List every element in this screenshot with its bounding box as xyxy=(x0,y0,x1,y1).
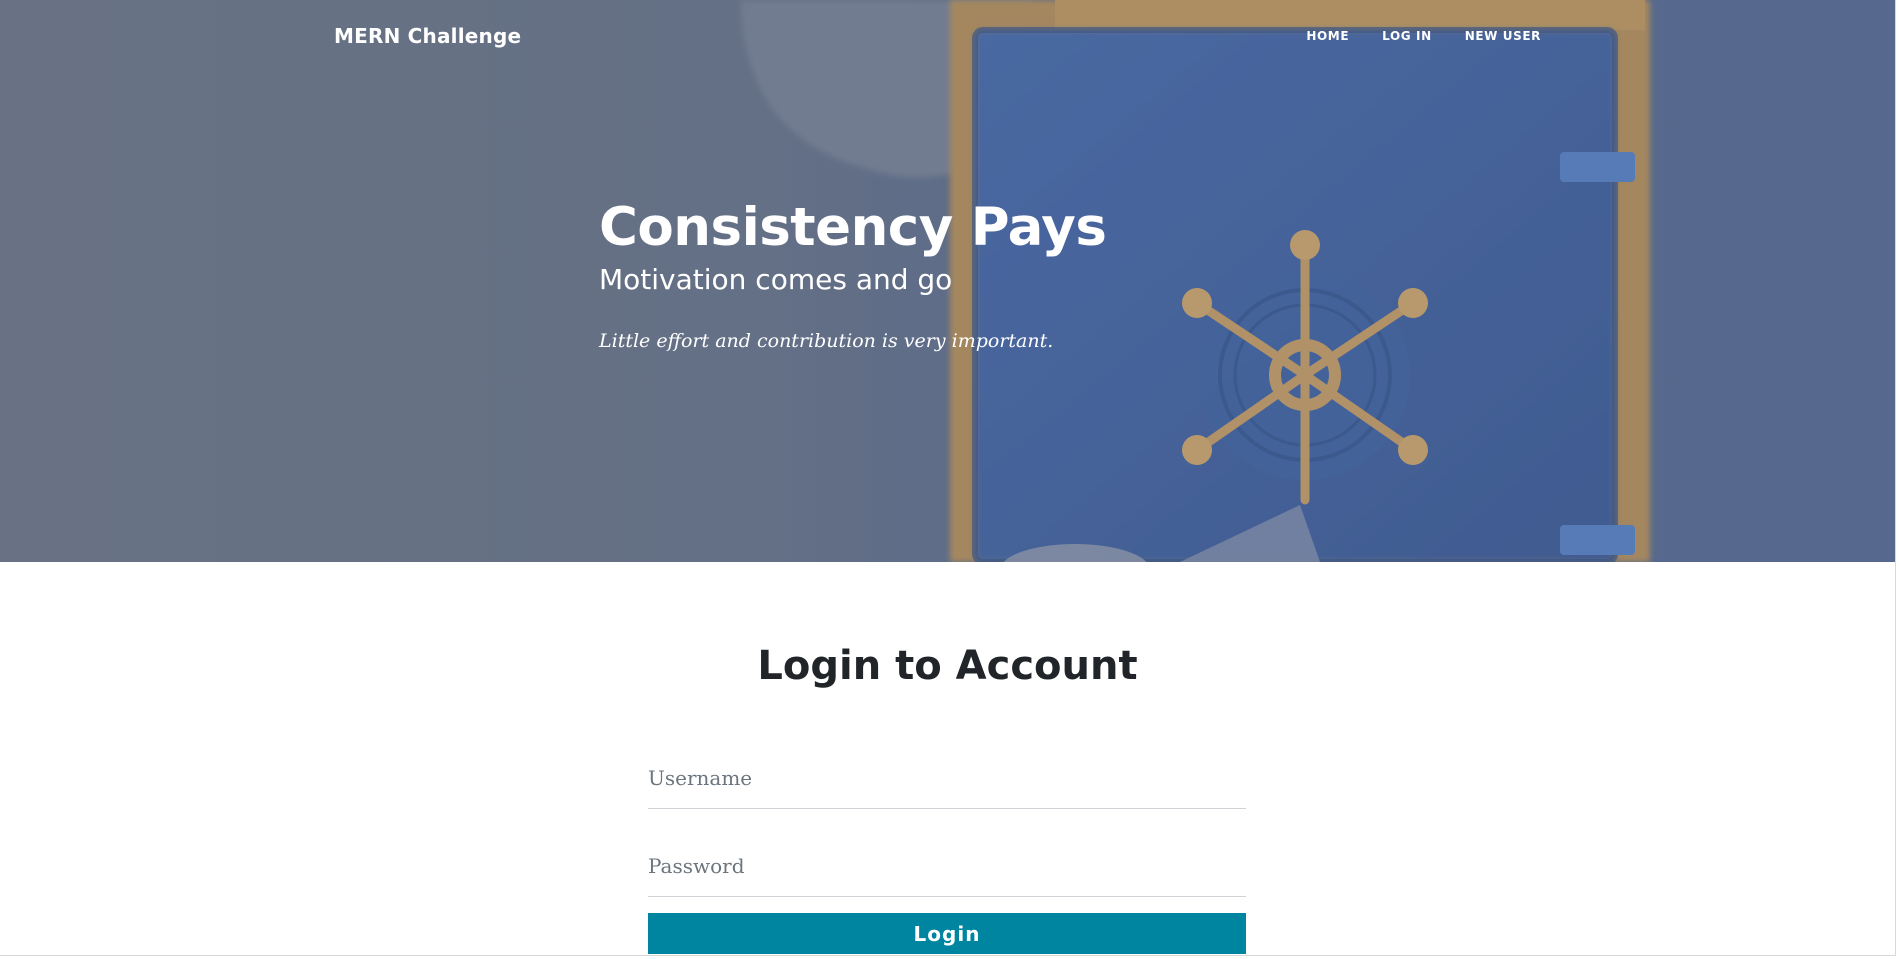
login-form: Login xyxy=(648,748,1246,954)
hero-title: Consistency Pays xyxy=(599,197,1107,258)
brand-logo-link[interactable]: MERN Challenge xyxy=(334,24,521,48)
nav-home-link[interactable]: HOME xyxy=(1306,29,1349,43)
hero-banner: MERN Challenge HOME LOG IN NEW USER Cons… xyxy=(0,0,1895,562)
top-nav: HOME LOG IN NEW USER xyxy=(1306,29,1541,43)
password-input[interactable] xyxy=(648,836,1246,897)
hero-heading-block: Consistency Pays Motivation comes and go… xyxy=(599,196,1107,354)
hero-subtitle: Motivation comes and go xyxy=(599,263,953,296)
login-title: Login to Account xyxy=(757,643,1138,689)
nav-login-link[interactable]: LOG IN xyxy=(1382,29,1432,43)
login-button[interactable]: Login xyxy=(648,913,1246,954)
nav-new-user-link[interactable]: NEW USER xyxy=(1465,29,1541,43)
hero-tagline: Little effort and contribution is very i… xyxy=(599,330,1054,352)
page: MERN Challenge HOME LOG IN NEW USER Cons… xyxy=(0,0,1896,956)
username-input[interactable] xyxy=(648,748,1246,809)
